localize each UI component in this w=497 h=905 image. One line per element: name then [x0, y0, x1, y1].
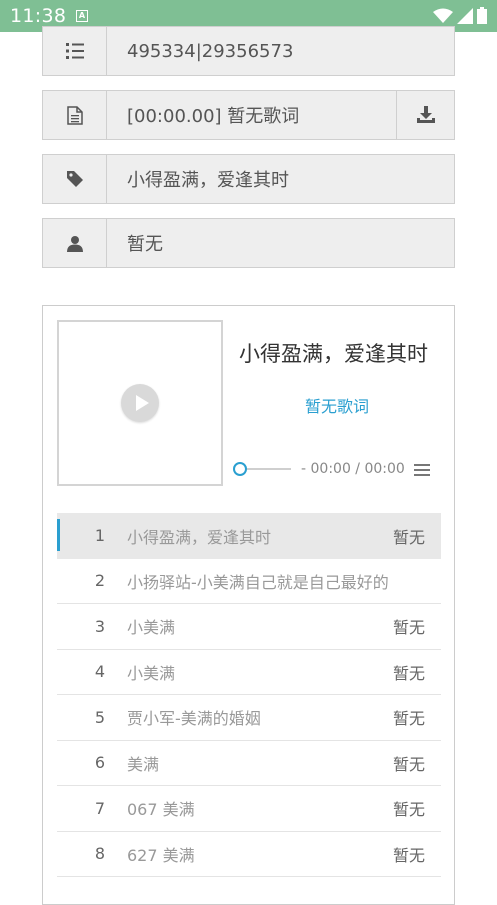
item-artist: 暂无 [393, 800, 426, 820]
play-button[interactable] [121, 384, 159, 422]
playlist-menu-icon[interactable] [414, 463, 430, 477]
item-name: 小美满 [127, 618, 176, 638]
item-name: 627 美满 [127, 845, 195, 865]
progress-bar[interactable]: - 00:00 / 00:00 [233, 461, 435, 483]
item-name: 小扬驿站-小美满自己就是自己最好的陪 [127, 572, 389, 592]
lyric-value: [00:00.00] 暂无歌词 [127, 106, 300, 127]
song-id-value: 495334|29356573 [127, 40, 294, 62]
user-icon [43, 219, 107, 267]
list-item[interactable]: 3 小美满 暂无 [57, 604, 441, 650]
battery-icon [477, 7, 487, 24]
title-value: 小得盈满，爱逢其时 [127, 170, 289, 191]
player-title: 小得盈满，爱逢其时 [239, 342, 428, 366]
list-item[interactable]: 4 小美满 暂无 [57, 650, 441, 695]
notification-badge-icon: A [76, 10, 88, 22]
artist-value: 暂无 [127, 234, 163, 255]
signal-icon [457, 7, 473, 24]
item-artist: 暂无 [393, 709, 426, 729]
music-player: 小得盈满，爱逢其时 暂无歌词 - 00:00 / 00:00 1 小得盈满，爱逢… [42, 305, 455, 905]
list-item[interactable]: 1 小得盈满，爱逢其时 暂无 [57, 513, 441, 559]
item-index: 1 [94, 526, 106, 546]
item-artist: 暂无 [393, 527, 426, 547]
item-artist: 暂无 [393, 618, 426, 638]
item-index: 6 [94, 753, 106, 773]
tag-icon [43, 155, 107, 203]
item-artist: 暂无 [393, 845, 426, 865]
list-item[interactable]: 7 067 美满 暂无 [57, 786, 441, 832]
lyric-row: [00:00.00] 暂无歌词 [42, 90, 455, 140]
item-name: 美满 [127, 754, 160, 774]
player-time: - 00:00 / 00:00 [301, 461, 405, 477]
title-row: 小得盈满，爱逢其时 [42, 154, 455, 204]
item-index: 7 [94, 798, 106, 818]
album-cover [57, 320, 223, 486]
list-item[interactable]: 8 627 美满 暂无 [57, 832, 441, 877]
list-item[interactable]: 6 美满 暂无 [57, 741, 441, 786]
list-item[interactable]: 5 贾小军-美满的婚姻 暂无 [57, 695, 441, 741]
artist-row: 暂无 [42, 218, 455, 268]
item-name: 小美满 [127, 663, 176, 683]
download-icon [416, 106, 435, 123]
player-lyric: 暂无歌词 [304, 397, 369, 416]
document-icon [43, 91, 107, 139]
list-ordered-icon [43, 27, 107, 75]
playlist: 1 小得盈满，爱逢其时 暂无 2 小扬驿站-小美满自己就是自己最好的陪 3 小美… [57, 513, 441, 877]
item-name: 贾小军-美满的婚姻 [127, 709, 261, 729]
item-index: 8 [94, 844, 106, 864]
item-artist: 暂无 [393, 663, 426, 683]
item-index: 3 [94, 616, 106, 636]
item-artist: 暂无 [393, 754, 426, 774]
status-time: 11:38 [10, 5, 67, 27]
item-index: 4 [94, 662, 106, 682]
system-icons [433, 7, 487, 24]
item-name: 067 美满 [127, 800, 195, 820]
item-index: 5 [94, 707, 106, 727]
item-index: 2 [94, 571, 106, 591]
progress-knob[interactable] [233, 462, 247, 476]
song-id-row: 495334|29356573 [42, 26, 455, 76]
wifi-icon [433, 8, 453, 23]
item-name: 小得盈满，爱逢其时 [127, 527, 272, 547]
download-lyric-button[interactable] [396, 91, 454, 139]
list-item[interactable]: 2 小扬驿站-小美满自己就是自己最好的陪 [57, 559, 441, 604]
